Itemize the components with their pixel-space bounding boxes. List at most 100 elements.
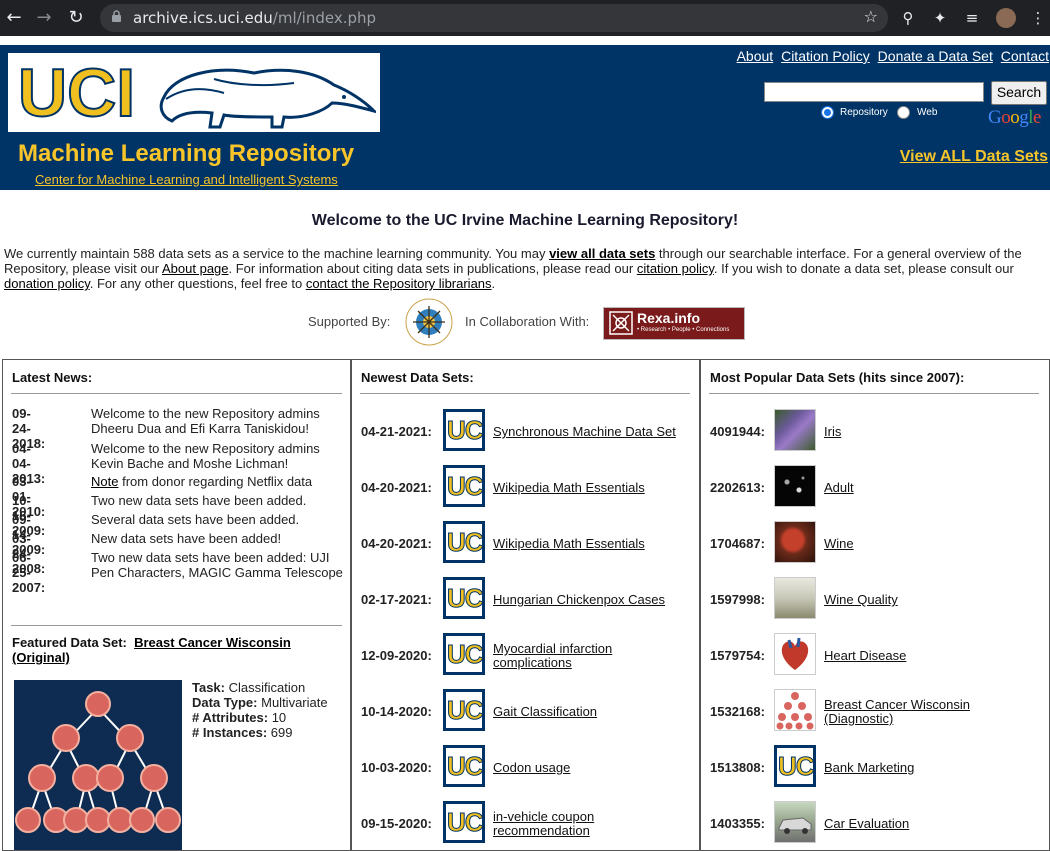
rexa-icon [609,311,633,335]
dataset-link[interactable]: Wine Quality [824,593,898,607]
nav-link-donate[interactable]: Donate a Data Set [878,48,993,64]
featured-info-type: Data Type: Multivariate [192,695,328,710]
divider [709,393,1039,394]
dataset-date: 04-21-2021: [361,424,432,439]
dataset-link[interactable]: Wine [824,537,854,551]
dataset-link[interactable]: Wikipedia Math Essentials [493,481,645,495]
dataset-date: 04-20-2021: [361,536,432,551]
uci-logo[interactable]: UCI [8,53,380,132]
nav-link-citation-policy[interactable]: Citation Policy [781,48,870,64]
cell-tree-icon[interactable] [774,689,816,731]
hit-count: 1597998: [710,592,765,607]
site-header: UCI Machine Learning Repository Center f… [0,45,1050,190]
uci-thumbnail-icon[interactable]: UCI [443,409,485,451]
divider [360,393,690,394]
wine-glasses-icon[interactable] [774,577,816,619]
hit-count: 1513808: [710,760,765,775]
dataset-link[interactable]: Wikipedia Math Essentials [493,537,645,551]
hit-count: 1403355: [710,816,765,831]
dataset-link[interactable]: Heart Disease [824,649,906,663]
center-link[interactable]: Center for Machine Learning and Intellig… [35,172,338,187]
media-queue-icon[interactable]: ≡ [962,8,982,28]
dataset-link[interactable]: Synchronous Machine Data Set [493,425,676,439]
google-logo: Google [988,107,1041,128]
dataset-link[interactable]: Car Evaluation [824,817,909,831]
dataset-link[interactable]: in-vehicle coupon recommendation [493,810,653,838]
dataset-row: 10-03-2020: UCI Codon usage [361,745,691,789]
uci-thumbnail-icon[interactable]: UCI [443,689,485,731]
dataset-link[interactable]: Codon usage [493,761,570,775]
uci-thumbnail-icon[interactable]: UCI [443,801,485,843]
dataset-date: 09-15-2020: [361,816,432,831]
extension-search-icon[interactable]: ⚲ [898,8,918,28]
dataset-link[interactable]: Iris [824,425,841,439]
dataset-link[interactable]: Bank Marketing [824,761,914,775]
uci-thumbnail-icon[interactable]: UCI [443,521,485,563]
collaboration-label: In Collaboration With: [465,314,590,329]
radio-web-label: Web [917,107,938,118]
anteater-logo-icon [159,68,376,129]
dataset-row: 04-20-2021: UCI Wikipedia Math Essential… [361,465,691,509]
donation-policy-link[interactable]: donation policy [4,276,90,291]
featured-dataset-image[interactable] [14,680,182,850]
dataset-row: 12-09-2020: UCI Myocardial infarction co… [361,633,691,677]
dataset-date: 02-17-2021: [361,592,432,607]
radio-web[interactable] [897,106,910,119]
uci-thumbnail-icon[interactable]: UCI [443,633,485,675]
uci-thumbnail-icon[interactable]: UCI [443,745,485,787]
dataset-row: 04-21-2021: UCI Synchronous Machine Data… [361,409,691,453]
divider [11,393,342,394]
featured-label: Featured Data Set: [12,635,127,650]
back-icon[interactable]: ← [2,6,26,30]
radio-repository-label: Repository [840,107,888,118]
dataset-link[interactable]: Adult [824,481,854,495]
view-all-datasets-link[interactable]: View ALL Data Sets [900,148,1048,166]
radio-repository[interactable] [821,106,834,119]
netflix-note-link[interactable]: Note [91,474,118,489]
hit-count: 2202613: [710,480,765,495]
dataset-link[interactable]: Hungarian Chickenpox Cases [493,593,665,607]
citation-policy-link[interactable]: citation policy [637,261,714,276]
uci-thumbnail-icon[interactable]: UCI [443,577,485,619]
rexa-logo[interactable]: Rexa.info • Research • People • Connecti… [603,307,745,340]
divider [11,625,342,626]
car-icon[interactable] [774,801,816,843]
view-all-datasets-inline-link[interactable]: view all data sets [549,246,655,261]
more-menu-icon[interactable]: ⋮ [1028,8,1048,28]
profile-avatar-icon[interactable] [996,8,1016,28]
about-page-link[interactable]: About page [162,261,229,276]
dataset-link[interactable]: Breast Cancer Wisconsin (Diagnostic) [824,698,994,726]
reload-icon[interactable]: ↻ [64,6,88,30]
forward-icon[interactable]: → [32,6,56,30]
adult-map-icon[interactable] [774,465,816,507]
dataset-row: 04-20-2021: UCI Wikipedia Math Essential… [361,521,691,565]
popular-row: 1532168: Breast Cancer Wisconsin (Diagno… [710,689,1040,733]
news-text: Welcome to the new Repository admins Dhe… [91,406,320,436]
lock-icon [112,10,121,22]
extensions-puzzle-icon[interactable]: ✦ [930,8,950,28]
news-text: Two new data sets have been added: UJI P… [91,550,343,580]
dataset-link[interactable]: Myocardial infarction complications [493,642,663,670]
hit-count: 1579754: [710,648,765,663]
newest-datasets-panel: Newest Data Sets: 04-21-2021: UCI Synchr… [351,359,700,851]
address-bar[interactable]: archive.ics.uci.edu/ml/index.php ☆ [100,4,888,32]
search-button[interactable]: Search [991,81,1047,105]
browser-toolbar: ← → ↻ archive.ics.uci.edu/ml/index.php ☆… [0,0,1050,36]
bookmark-star-icon[interactable]: ☆ [864,7,878,26]
nav-link-contact[interactable]: Contact [1001,48,1049,64]
iris-flower-icon[interactable] [774,409,816,451]
nsf-logo-icon[interactable] [405,298,453,346]
wine-glass-icon[interactable] [774,521,816,563]
popular-row: 1403355: Car Evaluation [710,801,1040,845]
search-input[interactable] [764,82,984,102]
uci-thumbnail-icon[interactable]: UCI [443,465,485,507]
heart-icon[interactable] [774,633,816,675]
popular-datasets-title: Most Popular Data Sets (hits since 2007)… [710,370,965,385]
news-text: Note from donor regarding Netflix data [91,474,313,489]
rexa-subtitle: • Research • People • Connections [637,327,730,333]
contact-librarians-link[interactable]: contact the Repository librarians [306,276,492,291]
nav-link-about[interactable]: About [737,48,774,64]
dataset-link[interactable]: Gait Classification [493,705,597,719]
welcome-title: Welcome to the UC Irvine Machine Learnin… [311,212,739,229]
uci-thumbnail-icon[interactable]: UCI [774,745,816,787]
